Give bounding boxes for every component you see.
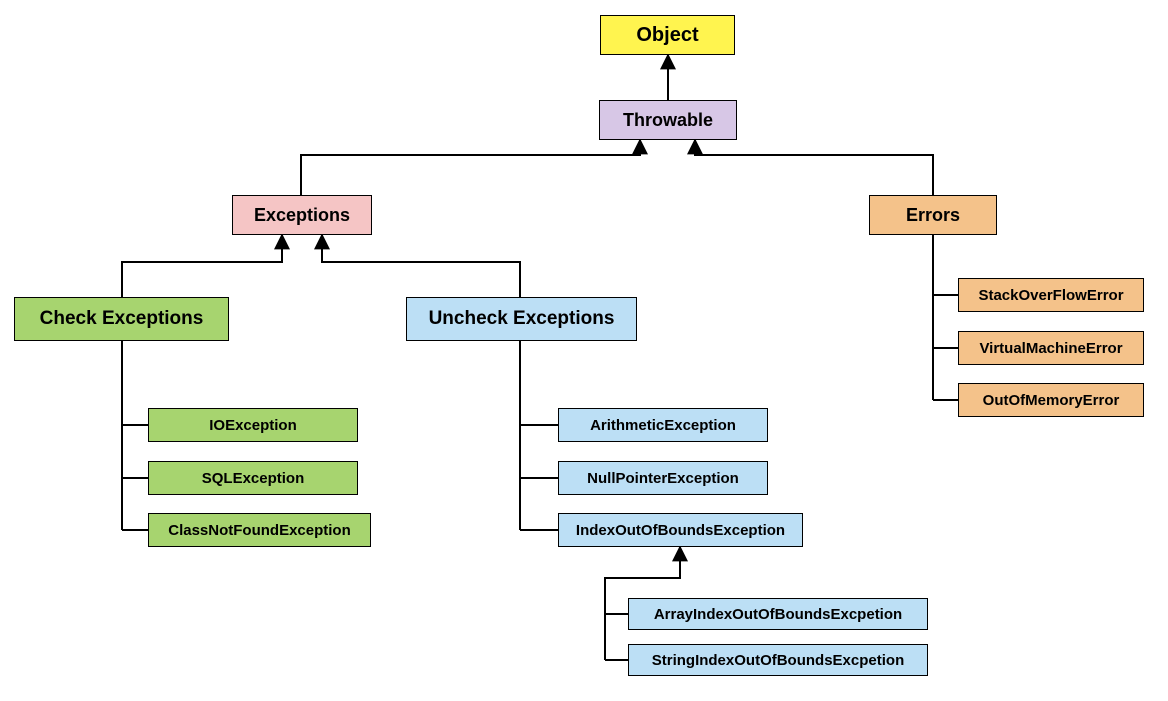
node-ioexception: IOException xyxy=(148,408,358,442)
node-throwable: Throwable xyxy=(599,100,737,140)
node-arrayindexoutofbounds: ArrayIndexOutOfBoundsExcpetion xyxy=(628,598,928,630)
node-stackoverflowerror: StackOverFlowError xyxy=(958,278,1144,312)
node-check-exceptions: Check Exceptions xyxy=(14,297,229,341)
node-object: Object xyxy=(600,15,735,55)
node-nullpointerexception: NullPointerException xyxy=(558,461,768,495)
node-uncheck-exceptions: Uncheck Exceptions xyxy=(406,297,637,341)
node-classnotfoundexception: ClassNotFoundException xyxy=(148,513,371,547)
node-exceptions: Exceptions xyxy=(232,195,372,235)
node-stringindexoutofbounds: StringIndexOutOfBoundsExcpetion xyxy=(628,644,928,676)
node-virtualmachineerror: VirtualMachineError xyxy=(958,331,1144,365)
node-sqlexception: SQLException xyxy=(148,461,358,495)
node-arithmeticexception: ArithmeticException xyxy=(558,408,768,442)
node-errors: Errors xyxy=(869,195,997,235)
node-outofmemoryerror: OutOfMemoryError xyxy=(958,383,1144,417)
node-indexoutofboundsexception: IndexOutOfBoundsException xyxy=(558,513,803,547)
